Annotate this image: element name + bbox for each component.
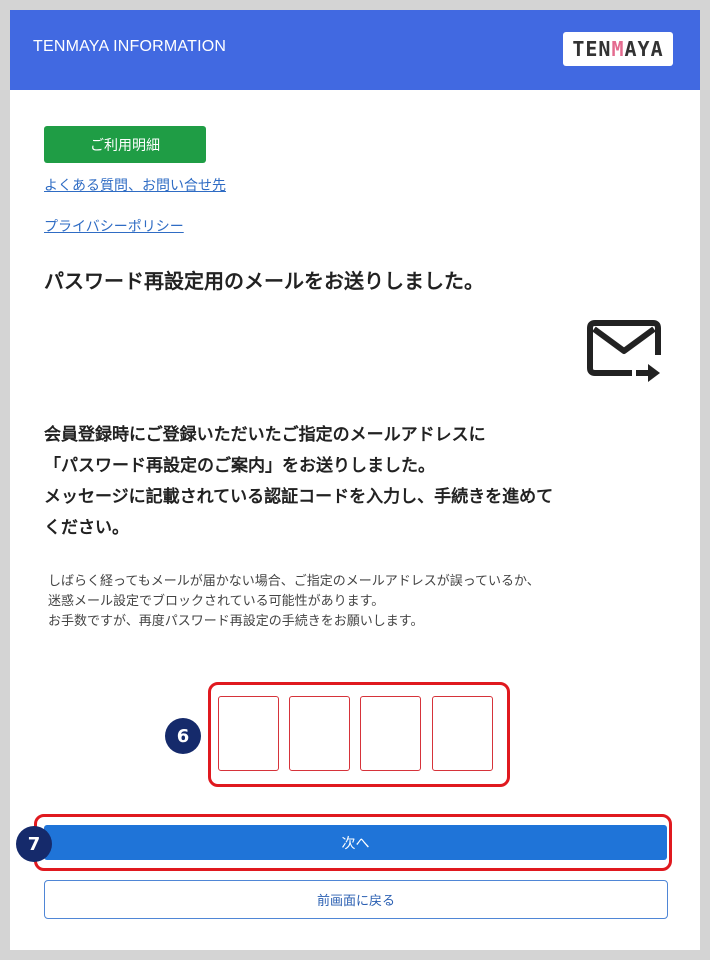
tenmaya-logo[interactable]: TEN M AYA [563, 32, 673, 66]
note-line: しばらく経ってもメールが届かない場合、ご指定のメールアドレスが誤っているか、 [48, 574, 540, 589]
step-badge-6: 6 [165, 718, 201, 754]
instruction-line: 会員登録時にご登録いただいたご指定のメールアドレスに [44, 425, 486, 445]
note-line: お手数ですが、再度パスワード再設定の手続きをお願いします。 [48, 614, 424, 629]
code-digit-1-input[interactable] [218, 696, 279, 771]
instruction-line: 「パスワード再設定のご案内」をお送りしました。 [44, 456, 435, 476]
back-button[interactable]: 前画面に戻る [44, 880, 668, 919]
page-title: パスワード再設定用のメールをお送りしました。 [44, 269, 484, 293]
mail-send-icon [586, 317, 666, 391]
code-digit-4-input[interactable] [432, 696, 493, 771]
usage-details-button[interactable]: ご利用明細 [44, 126, 206, 163]
step-badge-7: 7 [16, 826, 52, 862]
app-header: TENMAYA INFORMATION TEN M AYA [10, 10, 700, 90]
page-frame: TENMAYA INFORMATION TEN M AYA ご利用明細 よくある質問… [10, 10, 700, 950]
help-note: しばらく経ってもメールが届かない場合、ご指定のメールアドレスが誤っているか、 迷… [48, 572, 678, 632]
code-digit-3-input[interactable] [360, 696, 421, 771]
privacy-policy-link[interactable]: プライバシーポリシー [44, 216, 184, 236]
header-title: TENMAYA INFORMATION [33, 38, 227, 55]
instruction-line: ください。 [44, 518, 129, 538]
code-digit-2-input[interactable] [289, 696, 350, 771]
instruction-line: メッセージに記載されている認証コードを入力し、手続きを進めて [44, 487, 554, 507]
logo-text-3: AYA [624, 37, 664, 61]
logo-text-1: TEN [572, 37, 612, 61]
faq-link[interactable]: よくある質問、お問い合せ先 [44, 175, 226, 195]
instruction-text: 会員登録時にご登録いただいたご指定のメールアドレスに 「パスワード再設定のご案内… [44, 420, 674, 544]
logo-text-2: M [611, 37, 625, 61]
next-button[interactable]: 次へ [44, 825, 667, 860]
note-line: 迷惑メール設定でブロックされている可能性があります。 [48, 594, 385, 609]
